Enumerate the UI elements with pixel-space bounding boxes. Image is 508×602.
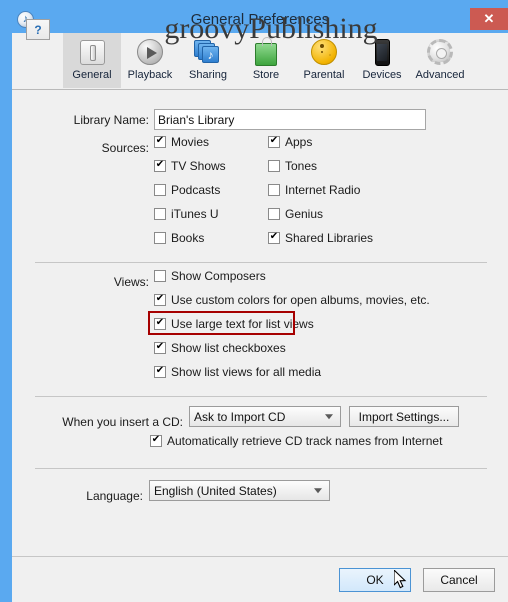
close-icon[interactable]: ✕ bbox=[470, 8, 508, 30]
tab-general[interactable]: General bbox=[63, 33, 121, 88]
cancel-button[interactable]: Cancel bbox=[423, 568, 495, 592]
checkbox-use-large-text-box bbox=[154, 318, 166, 330]
checkbox-show-composers-box bbox=[154, 270, 166, 282]
checkbox-shared-libraries[interactable]: Shared Libraries bbox=[268, 231, 373, 245]
divider-views bbox=[35, 262, 487, 263]
checkbox-books[interactable]: Books bbox=[154, 231, 204, 245]
checkbox-show-list-checkboxes-box bbox=[154, 342, 166, 354]
checkbox-itunes-u[interactable]: iTunes U bbox=[154, 207, 219, 221]
checkbox-itunes-u-label: iTunes U bbox=[171, 207, 219, 221]
divider-cd bbox=[35, 396, 487, 397]
checkbox-internet-radio-box bbox=[268, 184, 280, 196]
checkbox-tv-shows-box bbox=[154, 160, 166, 172]
language-select-value: English (United States) bbox=[154, 483, 277, 498]
checkbox-podcasts[interactable]: Podcasts bbox=[154, 183, 220, 197]
checkbox-show-list-checkboxes[interactable]: Show list checkboxes bbox=[154, 341, 286, 355]
checkbox-books-box bbox=[154, 232, 166, 244]
preferences-window: ♪ General Preferences ✕ General Playback… bbox=[0, 0, 508, 602]
checkbox-apps-label: Apps bbox=[285, 135, 313, 149]
chevron-down-icon bbox=[314, 487, 322, 493]
checkbox-tones-label: Tones bbox=[285, 159, 318, 173]
tab-sharing-label: Sharing bbox=[189, 69, 227, 81]
checkbox-apps-box bbox=[268, 136, 280, 148]
import-settings-button[interactable]: Import Settings... bbox=[349, 406, 459, 427]
checkbox-movies-label: Movies bbox=[171, 135, 210, 149]
divider-language bbox=[35, 468, 487, 469]
ok-button[interactable]: OK bbox=[339, 568, 411, 592]
checkbox-use-custom-colors-label: Use custom colors for open albums, movie… bbox=[171, 293, 430, 307]
checkbox-apps[interactable]: Apps bbox=[268, 135, 312, 149]
checkbox-show-list-views-all-media-box bbox=[154, 366, 166, 378]
views-label: Views: bbox=[113, 275, 149, 289]
checkbox-show-list-checkboxes-label: Show list checkboxes bbox=[171, 341, 286, 355]
tab-devices-label: Devices bbox=[362, 69, 402, 81]
checkbox-movies-box bbox=[154, 136, 166, 148]
tab-parental-label: Parental bbox=[303, 69, 345, 81]
checkbox-genius-label: Genius bbox=[285, 207, 324, 221]
checkbox-auto-retrieve-cd-names[interactable]: Automatically retrieve CD track names fr… bbox=[150, 434, 442, 448]
watermark-text: groovyPublishing bbox=[164, 12, 378, 45]
checkbox-tones-box bbox=[268, 160, 280, 172]
tab-advanced-label: Advanced bbox=[415, 69, 465, 81]
checkbox-podcasts-box bbox=[154, 184, 166, 196]
checkbox-books-label: Books bbox=[171, 231, 205, 245]
help-button[interactable]: ? bbox=[26, 19, 50, 40]
tab-store-label: Store bbox=[252, 69, 280, 81]
checkbox-use-large-text-label: Use large text for list views bbox=[171, 317, 314, 331]
checkbox-shared-libraries-box bbox=[268, 232, 280, 244]
checkbox-show-composers-label: Show Composers bbox=[171, 269, 266, 283]
general-settings-panel: Library Name: Sources: Movies TV Shows P… bbox=[12, 90, 508, 556]
checkbox-shared-libraries-label: Shared Libraries bbox=[285, 231, 374, 245]
tab-advanced[interactable]: Advanced bbox=[411, 33, 469, 88]
light-switch-icon bbox=[75, 36, 109, 68]
checkbox-auto-retrieve-cd-names-label: Automatically retrieve CD track names fr… bbox=[167, 434, 443, 448]
checkbox-internet-radio-label: Internet Radio bbox=[285, 183, 361, 197]
tab-playback-label: Playback bbox=[127, 69, 173, 81]
checkbox-auto-retrieve-cd-names-box bbox=[150, 435, 162, 447]
checkbox-genius[interactable]: Genius bbox=[268, 207, 323, 221]
checkbox-tv-shows-label: TV Shows bbox=[171, 159, 226, 173]
chevron-down-icon bbox=[325, 413, 333, 419]
library-name-label: Library Name: bbox=[73, 113, 149, 127]
checkbox-genius-box bbox=[268, 208, 280, 220]
checkbox-show-list-views-all-media-label: Show list views for all media bbox=[171, 365, 322, 379]
tab-general-label: General bbox=[72, 69, 112, 81]
checkbox-movies[interactable]: Movies bbox=[154, 135, 209, 149]
language-label: Language: bbox=[86, 489, 143, 503]
library-name-input[interactable] bbox=[154, 109, 426, 130]
checkbox-use-large-text[interactable]: Use large text for list views bbox=[154, 317, 314, 331]
sources-label: Sources: bbox=[101, 141, 149, 155]
checkbox-itunes-u-box bbox=[154, 208, 166, 220]
checkbox-internet-radio[interactable]: Internet Radio bbox=[268, 183, 360, 197]
checkbox-use-custom-colors[interactable]: Use custom colors for open albums, movie… bbox=[154, 293, 430, 307]
insert-cd-select-value: Ask to Import CD bbox=[194, 409, 286, 424]
checkbox-podcasts-label: Podcasts bbox=[171, 183, 221, 197]
checkbox-tv-shows[interactable]: TV Shows bbox=[154, 159, 226, 173]
insert-cd-select[interactable]: Ask to Import CD bbox=[189, 406, 341, 427]
gear-icon bbox=[423, 36, 457, 68]
language-select[interactable]: English (United States) bbox=[149, 480, 330, 501]
insert-cd-label: When you insert a CD: bbox=[62, 415, 183, 429]
checkbox-show-composers[interactable]: Show Composers bbox=[154, 269, 266, 283]
checkbox-show-list-views-all-media[interactable]: Show list views for all media bbox=[154, 365, 321, 379]
checkbox-tones[interactable]: Tones bbox=[268, 159, 317, 173]
checkbox-use-custom-colors-box bbox=[154, 294, 166, 306]
